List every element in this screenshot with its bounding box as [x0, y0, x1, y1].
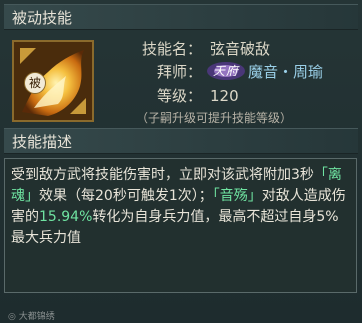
description-box: 受到敌方武将技能伤害时，立即对该武将附加3秒「离魂」效果（每20秒可触发1次）；…	[4, 158, 357, 293]
skill-panel: 被动技能 被 技能名： 弦音破敌 拜师： 天府 魔音・周瑜 等级： 120 （子…	[0, 0, 362, 323]
passive-skill-header: 被动技能	[4, 4, 358, 30]
watermark-text: 大都锦绣	[18, 312, 55, 322]
convert-percent: 15.94%	[39, 209, 93, 225]
desc-text-2: 效果（每20秒可触发1次）；	[39, 188, 213, 204]
skill-level-row: 等级： 120	[140, 85, 239, 106]
master-avatar: 天府	[206, 61, 246, 81]
skill-level-label: 等级：	[156, 87, 202, 105]
skill-name-value: 弦音破敌	[210, 40, 271, 58]
description-header: 技能描述	[4, 128, 358, 154]
skill-name-row: 技能名： 弦音破敌	[140, 38, 270, 59]
master-name[interactable]: 魔音・周瑜	[248, 63, 323, 81]
skill-description: 受到敌方武将技能伤害时，立即对该武将附加3秒「离魂」效果（每20秒可触发1次）；…	[11, 165, 347, 249]
watermark: ◎ 大都锦绣	[8, 312, 55, 322]
master-row: 拜师： 天府 魔音・周瑜	[140, 61, 323, 82]
desc-text-1: 受到敌方武将技能伤害时，立即对该武将附加3秒	[11, 167, 314, 183]
passive-badge: 被	[24, 72, 46, 94]
skill-icon[interactable]: 被	[12, 40, 94, 122]
skill-name-label: 技能名：	[141, 40, 202, 58]
master-label: 拜师：	[156, 63, 202, 81]
skill-level-value: 120	[210, 87, 239, 105]
status-link-yinshang[interactable]: 「音殇」	[213, 188, 262, 204]
master-avatar-text: 天府	[212, 64, 239, 78]
level-hint: （子嗣升级可提升技能等级）	[136, 111, 293, 125]
